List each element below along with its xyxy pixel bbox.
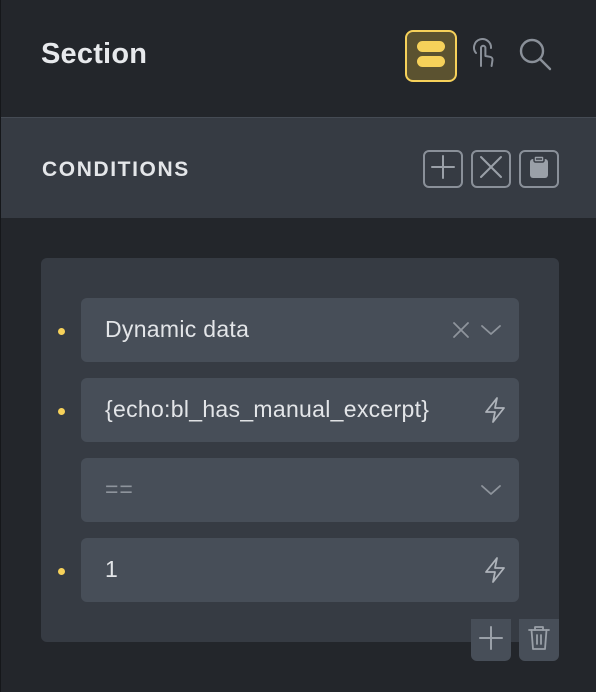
chevron-down-icon[interactable] xyxy=(479,478,503,502)
lightning-icon[interactable] xyxy=(483,397,507,423)
trash-icon xyxy=(528,625,550,656)
condition-compare-input[interactable]: 1 xyxy=(81,538,519,602)
add-icon xyxy=(479,625,503,655)
clipboard-icon xyxy=(529,154,549,184)
layout-toggle-button[interactable] xyxy=(405,30,457,82)
add-icon xyxy=(431,154,455,184)
conditions-bar: CONDITIONS xyxy=(1,117,596,218)
clear-icon[interactable] xyxy=(449,318,473,342)
delete-condition-button[interactable] xyxy=(519,619,559,661)
pointer-icon xyxy=(469,37,499,76)
condition-compare-text: 1 xyxy=(105,556,119,582)
add-or-condition-button[interactable] xyxy=(471,619,511,661)
search-icon xyxy=(517,36,553,77)
lightning-icon[interactable] xyxy=(483,557,507,583)
operator-placeholder: == xyxy=(105,476,134,502)
search-button[interactable] xyxy=(513,34,557,78)
section-panel: Section CONDITIONS Dynamic data {echo:bl… xyxy=(0,0,596,692)
layout-icon xyxy=(415,38,447,75)
clear-conditions-button[interactable] xyxy=(471,150,511,188)
panel-title: Section xyxy=(41,38,148,70)
panel-header: Section xyxy=(1,0,596,117)
set-indicator-dot xyxy=(58,408,65,415)
close-icon xyxy=(479,155,503,184)
add-condition-button[interactable] xyxy=(423,150,463,188)
paste-conditions-button[interactable] xyxy=(519,150,559,188)
condition-card: Dynamic data {echo:bl_has_manual_excerpt… xyxy=(41,258,559,661)
set-indicator-dot xyxy=(58,568,65,575)
condition-operator-select[interactable]: == xyxy=(81,458,519,522)
condition-key-select[interactable]: Dynamic data xyxy=(81,298,519,362)
chevron-down-icon[interactable] xyxy=(479,318,503,342)
set-indicator-dot xyxy=(58,328,65,335)
condition-value-text: {echo:bl_has_manual_excerpt} xyxy=(105,396,430,422)
pointer-button[interactable] xyxy=(463,34,505,78)
condition-key-value: Dynamic data xyxy=(105,316,250,342)
condition-value-input[interactable]: {echo:bl_has_manual_excerpt} xyxy=(81,378,519,442)
conditions-title: CONDITIONS xyxy=(42,158,190,181)
